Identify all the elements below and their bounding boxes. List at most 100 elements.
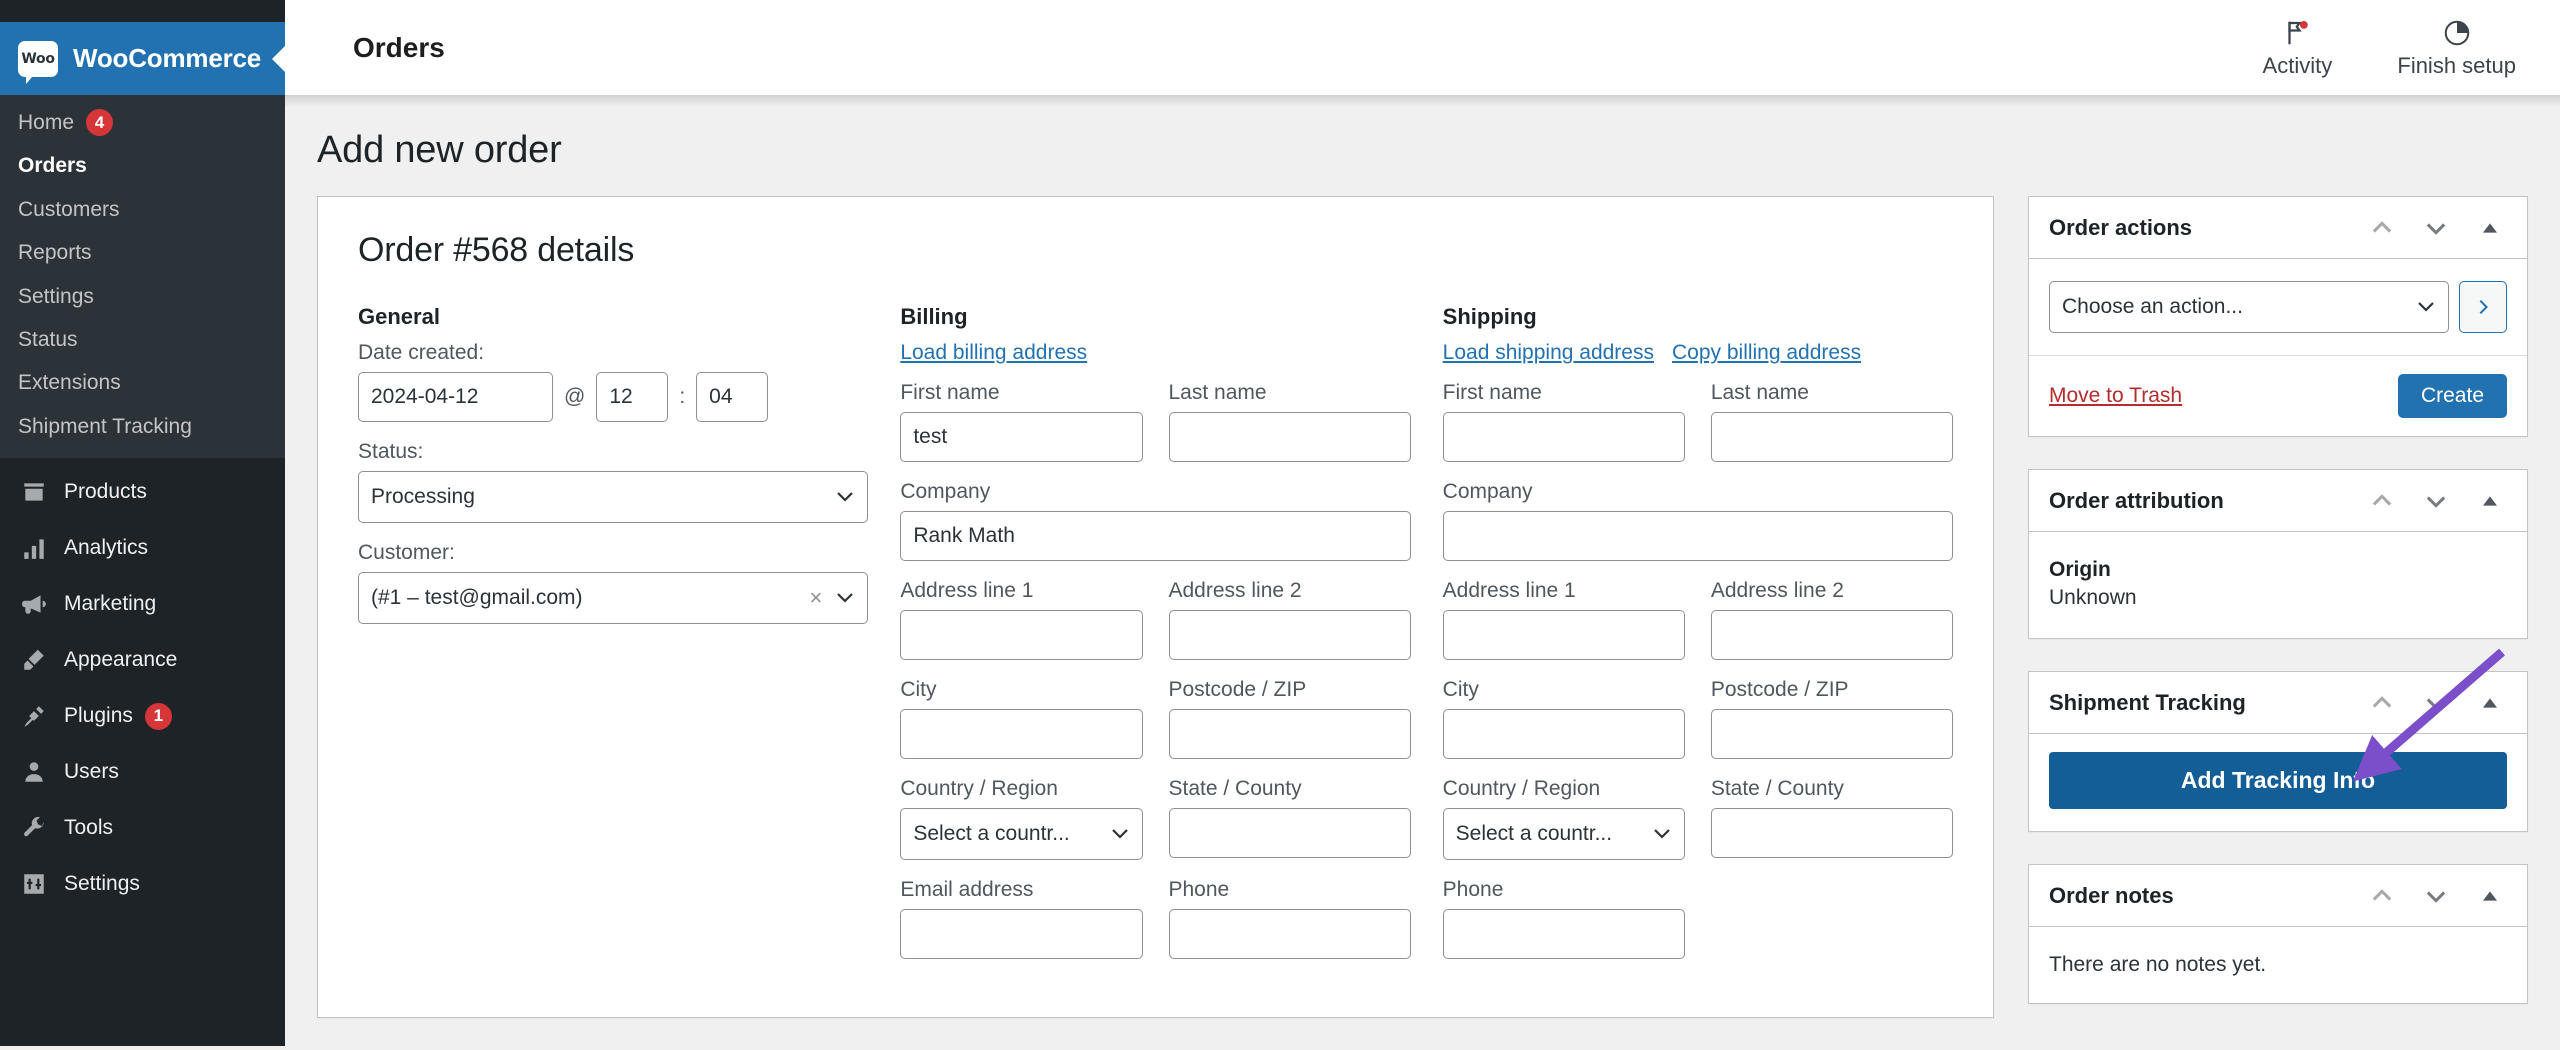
- status-select[interactable]: Processing: [358, 471, 869, 523]
- toggle-panel-icon[interactable]: [2467, 873, 2513, 919]
- shipping-address1-input[interactable]: [1442, 610, 1685, 660]
- billing-address1-input[interactable]: [900, 610, 1143, 660]
- copy-billing-address-link[interactable]: Copy billing address: [1672, 341, 1861, 365]
- sidebar-item-label: Plugins: [64, 704, 133, 728]
- move-up-icon[interactable]: [2359, 205, 2405, 251]
- hour-input[interactable]: [596, 372, 669, 422]
- sidebar-item-settings[interactable]: Settings: [0, 275, 285, 318]
- billing-city-row: City Postcode / ZIP: [900, 678, 1411, 759]
- shipping-city-input[interactable]: [1442, 709, 1685, 759]
- minute-input[interactable]: [696, 372, 769, 422]
- move-down-icon[interactable]: [2413, 680, 2459, 726]
- primary-column: Order #568 details General Date created:…: [317, 196, 1994, 1050]
- sidebar-item-extensions[interactable]: Extensions: [0, 361, 285, 404]
- create-order-button[interactable]: Create: [2397, 374, 2507, 418]
- billing-company-input[interactable]: [900, 511, 1411, 561]
- order-attribution-panel: Order attribution Origin Unknown: [2028, 469, 2528, 639]
- customer-select[interactable]: (#1 – test@gmail.com): [358, 572, 869, 624]
- order-details-panel: Order #568 details General Date created:…: [317, 196, 1994, 1018]
- toggle-panel-icon[interactable]: [2467, 680, 2513, 726]
- sidebar-item-label: Marketing: [64, 592, 157, 616]
- billing-phone-input[interactable]: [1168, 909, 1411, 959]
- move-to-trash-link[interactable]: Move to Trash: [2049, 384, 2182, 408]
- billing-country-wrap: Select a countr...: [900, 808, 1143, 860]
- sidebar-item-tools[interactable]: Tools: [0, 800, 285, 856]
- load-shipping-address-link[interactable]: Load shipping address: [1443, 341, 1654, 365]
- billing-last-name-input[interactable]: [1168, 412, 1411, 462]
- sidebar-item-label: Products: [64, 480, 147, 504]
- sidebar-item-status[interactable]: Status: [0, 318, 285, 361]
- sidebar-item-reports[interactable]: Reports: [0, 231, 285, 274]
- billing-company-row: Company: [900, 480, 1411, 561]
- shipping-company-input[interactable]: [1442, 511, 1953, 561]
- order-action-select[interactable]: Choose an action...: [2049, 281, 2449, 333]
- order-notes-empty-text: There are no notes yet.: [2049, 953, 2267, 976]
- sidebar-item-shipment-tracking[interactable]: Shipment Tracking: [0, 405, 285, 448]
- sidebar-item-orders[interactable]: Orders: [0, 144, 285, 187]
- toggle-panel-icon[interactable]: [2467, 205, 2513, 251]
- shipping-state-label: State / County: [1710, 777, 1844, 800]
- sidebar-item-wp-settings[interactable]: Settings: [0, 856, 285, 912]
- add-tracking-info-button[interactable]: Add Tracking Info: [2049, 752, 2507, 809]
- panel-handle-actions: [2359, 205, 2513, 251]
- shipping-country-label: Country / Region: [1442, 777, 1601, 800]
- move-up-icon[interactable]: [2359, 873, 2405, 919]
- clear-customer-icon[interactable]: ×: [809, 587, 822, 609]
- sidebar-item-label: Orders: [18, 154, 87, 178]
- billing-address2-input[interactable]: [1168, 610, 1411, 660]
- activity-button[interactable]: Activity: [2249, 17, 2345, 79]
- apply-action-button[interactable]: [2459, 281, 2507, 333]
- sidebar-item-users[interactable]: Users: [0, 744, 285, 800]
- sidebar-item-appearance[interactable]: Appearance: [0, 632, 285, 688]
- date-created-input[interactable]: [358, 372, 553, 422]
- order-notes-panel: Order notes There are no notes yet.: [2028, 864, 2528, 1004]
- billing-country-select[interactable]: Select a countr...: [900, 808, 1143, 860]
- move-down-icon[interactable]: [2413, 205, 2459, 251]
- billing-email-input[interactable]: [900, 909, 1143, 959]
- move-up-icon[interactable]: [2359, 478, 2405, 524]
- billing-postcode-input[interactable]: [1168, 709, 1411, 759]
- sidebar-item-plugins[interactable]: Plugins 1: [0, 688, 285, 744]
- finish-setup-button[interactable]: Finish setup: [2397, 17, 2516, 79]
- billing-address2-label: Address line 2: [1168, 579, 1302, 602]
- move-up-icon[interactable]: [2359, 680, 2405, 726]
- woocommerce-brand-label: WooCommerce: [73, 43, 262, 73]
- sidebar-item-home[interactable]: Home 4: [0, 101, 285, 144]
- billing-state-input[interactable]: [1168, 808, 1411, 858]
- billing-city-input[interactable]: [900, 709, 1143, 759]
- shipping-last-name-input[interactable]: [1710, 412, 1953, 462]
- sidebar-item-marketing[interactable]: Marketing: [0, 576, 285, 632]
- shipping-address-row: Address line 1 Address line 2: [1442, 579, 1953, 660]
- shipping-first-name-input[interactable]: [1442, 412, 1685, 462]
- move-down-icon[interactable]: [2413, 873, 2459, 919]
- sidebar-item-customers[interactable]: Customers: [0, 188, 285, 231]
- sidebar-item-products[interactable]: Products: [0, 464, 285, 520]
- toggle-panel-icon[interactable]: [2467, 478, 2513, 524]
- sidebar-item-label: Extensions: [18, 371, 121, 395]
- sidebar-item-analytics[interactable]: Analytics: [0, 520, 285, 576]
- billing-heading: Billing: [900, 304, 968, 329]
- shipping-company-row: Company: [1442, 480, 1953, 561]
- sidebar-item-label: Customers: [18, 197, 120, 221]
- home-badge: 4: [86, 109, 114, 137]
- shipping-address2-input[interactable]: [1710, 610, 1953, 660]
- billing-name-row: First name Last name: [900, 381, 1411, 462]
- secondary-column: Order actions Choose an action... Move t…: [2028, 196, 2528, 1036]
- shipping-phone-row: Phone: [1442, 878, 1953, 959]
- load-billing-address-link[interactable]: Load billing address: [900, 341, 1087, 365]
- billing-contact-row: Email address Phone: [900, 878, 1411, 959]
- billing-first-name-input[interactable]: [900, 412, 1143, 462]
- woocommerce-brand[interactable]: Woo WooCommerce: [0, 22, 285, 95]
- shipping-country-select[interactable]: Select a countr...: [1442, 808, 1685, 860]
- date-created-row: @ :: [358, 372, 868, 422]
- origin-label: Origin: [2049, 558, 2111, 581]
- shipping-postcode-input[interactable]: [1710, 709, 1953, 759]
- date-created-label: Date created:: [358, 341, 485, 364]
- woocommerce-header: Orders Activity Finish setup: [285, 0, 2560, 95]
- shipping-state-input[interactable]: [1710, 808, 1953, 858]
- billing-postcode-label: Postcode / ZIP: [1168, 678, 1307, 701]
- sidebar-item-label: Home: [18, 111, 75, 134]
- shipping-section: Shipping Load shipping address Copy bill…: [1442, 304, 1953, 977]
- move-down-icon[interactable]: [2413, 478, 2459, 524]
- shipping-phone-input[interactable]: [1442, 909, 1685, 959]
